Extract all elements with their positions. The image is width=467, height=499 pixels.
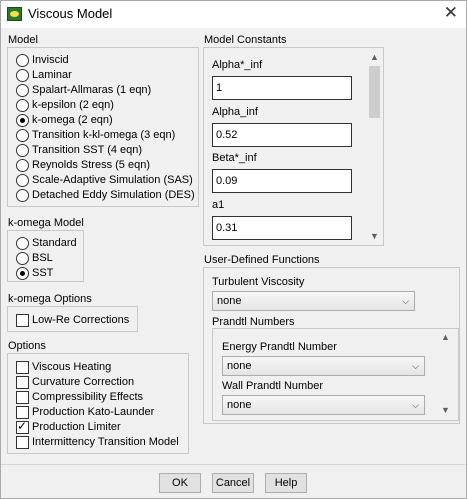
- checkbox[interactable]: [16, 436, 29, 449]
- radio-button[interactable]: [16, 237, 29, 250]
- model-constants-label: Model Constants: [204, 34, 287, 46]
- wall-prandtl-dropdown[interactable]: none ⌵: [222, 395, 425, 415]
- chevron-down-icon: ⌵: [402, 296, 409, 306]
- chevron-down-icon: ⌵: [412, 361, 419, 371]
- option-label: Spalart-Allmaras (1 eqn): [32, 84, 152, 96]
- radio-button[interactable]: [16, 69, 29, 82]
- option-label: Standard: [32, 237, 77, 249]
- prandtl-scrollbar[interactable]: ▲ ▼: [439, 330, 452, 419]
- option-label: k-omega (2 eqn): [32, 114, 113, 126]
- dropdown-value: none: [227, 399, 252, 411]
- app-icon: [7, 7, 22, 21]
- komega-model-group: Standard BSL SST: [7, 230, 84, 282]
- option-label: SST: [32, 267, 54, 279]
- checkmark-icon: ✓: [17, 419, 28, 433]
- dropdown-value: none: [227, 360, 252, 372]
- option-label: Production Kato-Launder: [32, 406, 155, 418]
- option-label: Reynolds Stress (5 eqn): [32, 159, 150, 171]
- radio-button[interactable]: [16, 159, 29, 172]
- komega-model-label: k-omega Model: [8, 217, 84, 229]
- alpha-inf-input[interactable]: [212, 123, 352, 147]
- checkbox[interactable]: [16, 391, 29, 404]
- ok-button[interactable]: OK: [159, 473, 201, 493]
- model-group-label: Model: [8, 34, 38, 46]
- constant-label: Beta*_inf: [212, 152, 257, 164]
- wall-prandtl-label: Wall Prandtl Number: [222, 380, 324, 392]
- viscous-model-dialog: Viscous Model ✕ Model Inviscid Laminar S…: [0, 0, 467, 499]
- options-group: Viscous Heating Curvature Correction Com…: [7, 353, 189, 454]
- komega-options-label: k-omega Options: [8, 293, 92, 305]
- dropdown-value: none: [217, 295, 242, 307]
- option-label: BSL: [32, 252, 53, 264]
- window-title: Viscous Model: [28, 6, 113, 21]
- option-label: Transition k-kl-omega (3 eqn): [32, 129, 176, 141]
- constant-label: a1: [212, 199, 225, 211]
- checkbox[interactable]: [16, 406, 29, 419]
- option-label: Intermittency Transition Model: [32, 436, 179, 448]
- option-label: Viscous Heating: [32, 361, 112, 373]
- udf-panel: Turbulent Viscosity none ⌵ Prandtl Numbe…: [203, 267, 460, 424]
- scroll-down-icon[interactable]: ▼: [368, 231, 381, 242]
- model-constants-scrollbar[interactable]: ▲ ▼: [368, 50, 381, 244]
- model-group: Inviscid Laminar Spalart-Allmaras (1 eqn…: [7, 47, 199, 207]
- option-label: Detached Eddy Simulation (DES): [32, 189, 195, 201]
- close-icon[interactable]: ✕: [444, 3, 458, 23]
- komega-options-group: Low-Re Corrections: [7, 306, 138, 332]
- option-label: Scale-Adaptive Simulation (SAS): [32, 174, 193, 186]
- checkbox[interactable]: [16, 361, 29, 374]
- radio-button-selected[interactable]: [16, 267, 29, 280]
- radio-button[interactable]: [16, 99, 29, 112]
- radio-button[interactable]: [16, 189, 29, 202]
- udf-label: User-Defined Functions: [204, 254, 320, 266]
- checkbox[interactable]: [16, 314, 29, 327]
- scroll-down-icon[interactable]: ▼: [439, 405, 452, 416]
- radio-button[interactable]: [16, 174, 29, 187]
- help-button[interactable]: Help: [265, 473, 307, 493]
- radio-button[interactable]: [16, 129, 29, 142]
- option-label: Compressibility Effects: [32, 391, 144, 403]
- radio-button[interactable]: [16, 54, 29, 67]
- option-label: Low-Re Corrections: [32, 314, 130, 326]
- turbulent-viscosity-label: Turbulent Viscosity: [212, 276, 305, 288]
- radio-button[interactable]: [16, 84, 29, 97]
- option-label: Inviscid: [32, 54, 69, 66]
- option-label: Transition SST (4 eqn): [32, 144, 143, 156]
- prandtl-numbers-panel: Energy Prandtl Number none ⌵ Wall Prandt…: [212, 328, 459, 421]
- model-constants-panel: Alpha*_inf Alpha_inf Beta*_inf a1 ▲ ▼: [203, 47, 384, 246]
- beta-star-inf-input[interactable]: [212, 169, 352, 193]
- chevron-down-icon: ⌵: [412, 400, 419, 410]
- scroll-up-icon[interactable]: ▲: [368, 52, 381, 63]
- checkbox-checked[interactable]: ✓: [16, 419, 29, 434]
- constant-label: Alpha_inf: [212, 106, 258, 118]
- radio-button[interactable]: [16, 252, 29, 265]
- options-label: Options: [8, 340, 46, 352]
- radio-button[interactable]: [16, 144, 29, 157]
- option-label: Curvature Correction: [32, 376, 135, 388]
- energy-prandtl-label: Energy Prandtl Number: [222, 341, 337, 353]
- footer-divider: [1, 464, 466, 465]
- option-label: Laminar: [32, 69, 72, 81]
- scrollbar-thumb[interactable]: [369, 66, 380, 118]
- a1-input[interactable]: [212, 216, 352, 240]
- scroll-up-icon[interactable]: ▲: [439, 332, 452, 343]
- energy-prandtl-dropdown[interactable]: none ⌵: [222, 356, 425, 376]
- alpha-star-inf-input[interactable]: [212, 76, 352, 100]
- radio-button-selected[interactable]: [16, 114, 29, 127]
- option-label: Production Limiter: [32, 421, 121, 433]
- constant-label: Alpha*_inf: [212, 59, 263, 71]
- prandtl-numbers-label: Prandtl Numbers: [212, 316, 295, 328]
- cancel-button[interactable]: Cancel: [212, 473, 254, 493]
- turbulent-viscosity-dropdown[interactable]: none ⌵: [212, 291, 415, 311]
- checkbox[interactable]: [16, 376, 29, 389]
- title-bar[interactable]: Viscous Model ✕: [1, 1, 466, 28]
- option-label: k-epsilon (2 eqn): [32, 99, 114, 111]
